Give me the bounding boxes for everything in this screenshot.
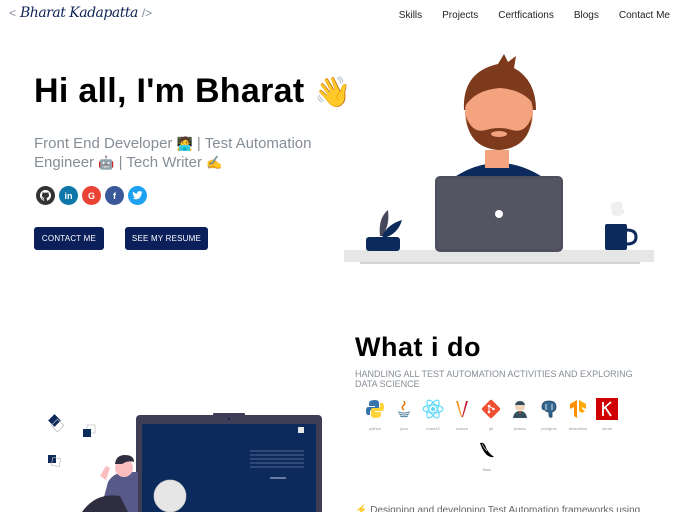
google-icon[interactable]: G: [82, 186, 101, 205]
screen-circle: [153, 479, 187, 512]
main-nav: Skills Projects Certfications Blogs Cont…: [379, 10, 670, 21]
twitter-icon[interactable]: [128, 186, 147, 205]
skill-label: postgres: [541, 426, 557, 431]
what-i-do-bullet: ⚡ Designing and developing Test Automati…: [355, 505, 641, 512]
linkedin-icon[interactable]: in: [59, 186, 78, 205]
flask-icon: [476, 439, 498, 461]
keras-icon: [596, 398, 618, 420]
github-icon[interactable]: [36, 186, 55, 205]
git-icon: [480, 398, 502, 420]
hero-subtitle: Front End Developer 🧑‍💻 | Test Automatio…: [34, 134, 334, 172]
robot-icon: 🤖: [98, 155, 115, 170]
logo-close-bracket: />: [141, 6, 153, 20]
contact-me-button[interactable]: CONTACT ME: [34, 227, 104, 250]
mug: [605, 224, 627, 250]
skill-label: jenkins: [513, 426, 527, 431]
what-i-do-subtitle: HANDLING ALL TEST AUTOMATION ACTIVITIES …: [355, 369, 633, 389]
skill-label: java: [400, 426, 408, 431]
skill-label: flask: [482, 467, 492, 472]
greeting-heading: Hi all, I'm Bharat 👋: [34, 72, 352, 111]
laptop-logo: [495, 210, 503, 218]
skill-java: java: [392, 398, 416, 431]
facebook-icon[interactable]: f: [105, 186, 124, 205]
developer-illustration: [344, 54, 654, 264]
skill-keras: keras: [595, 398, 619, 431]
nav-certifications[interactable]: Certfications: [498, 10, 554, 21]
laptop-camera-bar: [213, 413, 245, 417]
steam: [610, 201, 625, 216]
maven-icon: [451, 398, 473, 420]
skill-postgres: postgres: [537, 398, 561, 431]
tensorflow-icon: [567, 398, 589, 420]
mouth: [491, 131, 507, 137]
logo-signature: Bharat Kadapatta: [20, 5, 138, 21]
skill-maven: maven: [450, 398, 474, 431]
mug-handle: [626, 228, 638, 246]
laptop-camera: [227, 417, 231, 421]
see-my-resume-button[interactable]: SEE MY RESUME: [125, 227, 208, 250]
nav-contact-me[interactable]: Contact Me: [619, 10, 670, 21]
skills-spacer: [363, 439, 470, 472]
screen-window-icon: [298, 427, 304, 433]
logo[interactable]: < Bharat Kadapatta />: [9, 5, 152, 21]
header: < Bharat Kadapatta /> Skills Projects Ce…: [0, 0, 688, 32]
skill-label: keras: [602, 426, 612, 431]
greeting-text: Hi all, I'm Bharat: [34, 72, 305, 110]
nav-blogs[interactable]: Blogs: [574, 10, 599, 21]
writing-hand-icon: ✍️: [206, 155, 223, 170]
skill-python: python: [363, 398, 387, 431]
java-icon: [393, 398, 415, 420]
postgres-icon: [538, 398, 560, 420]
skill-reactjs: reactJS: [421, 398, 445, 431]
floating-squares: [48, 414, 96, 468]
social-links: in G f: [36, 186, 147, 205]
skill-label: tensorflow: [568, 426, 588, 431]
technologist-icon: 🧑‍💻: [176, 136, 193, 151]
react-icon: [422, 398, 444, 420]
skill-label: git: [488, 426, 494, 431]
skill-tensorflow: tensorflow: [566, 398, 590, 431]
subtitle-role-3: | Tech Writer: [114, 154, 207, 171]
logo-open-bracket: <: [9, 6, 17, 20]
nav-skills[interactable]: Skills: [399, 10, 422, 21]
screen-button: [270, 477, 286, 479]
python-icon: [364, 398, 386, 420]
neck: [485, 150, 509, 168]
skill-jenkins: jenkins: [508, 398, 532, 431]
skill-label: reactJS: [426, 426, 440, 431]
skill-git: git: [479, 398, 503, 431]
person-arm: [100, 466, 110, 480]
what-i-do-heading: What i do: [355, 332, 481, 362]
developer-laptop-illustration: [48, 413, 322, 512]
subtitle-role-1: Front End Developer: [34, 135, 177, 152]
plant-pot: [366, 237, 400, 251]
skill-flask: flask: [475, 439, 499, 472]
skills-list: python java reactJS maven git jenkins po…: [363, 398, 643, 472]
skill-label: python: [368, 426, 381, 431]
skill-label: maven: [455, 426, 468, 431]
jenkins-icon: [509, 398, 531, 420]
nav-projects[interactable]: Projects: [442, 10, 478, 21]
